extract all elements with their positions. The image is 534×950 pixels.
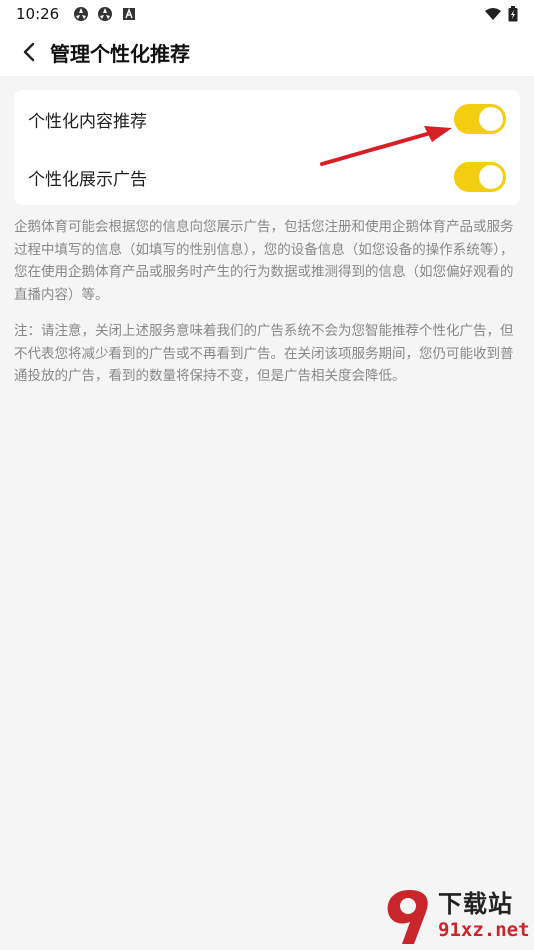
status-bar: 10:26: [0, 0, 534, 28]
page-title: 管理个性化推荐: [50, 41, 190, 66]
content-recommendation-toggle[interactable]: [454, 104, 506, 134]
battery-icon: [508, 6, 518, 22]
status-notification-icons: [73, 6, 137, 22]
watermark-url: 91xz.net: [438, 919, 530, 941]
toggle-knob: [479, 165, 503, 189]
back-button[interactable]: [14, 37, 44, 67]
info-description: 企鹅体育可能会根据您的信息向您展示广告，包括您注册和使用企鹅体育产品或服务过程中…: [14, 219, 514, 303]
setting-row-personalized-ads: 个性化展示广告: [14, 148, 520, 206]
watermark: 下载站 91xz.net: [380, 884, 530, 948]
personalized-ads-toggle[interactable]: [454, 162, 506, 192]
settings-card: 个性化内容推荐 个性化展示广告: [14, 90, 520, 205]
status-time: 10:26: [16, 5, 60, 23]
setting-row-content-recommendation: 个性化内容推荐: [14, 90, 520, 148]
app-notification-icon: [98, 7, 113, 21]
app-notification-icon: [74, 7, 89, 21]
watermark-logo: [387, 890, 428, 944]
wifi-icon: [485, 8, 501, 20]
a-notification-icon: [123, 7, 136, 20]
watermark-text: 下载站: [438, 890, 513, 918]
setting-label: 个性化内容推荐: [28, 111, 147, 132]
chevron-left-icon: [23, 42, 35, 62]
note-description: 注：请注意，关闭上述服务意味着我们的广告系统不会为您智能推荐个性化广告，但不代表…: [14, 323, 514, 384]
toggle-knob: [479, 107, 503, 131]
setting-label: 个性化展示广告: [28, 169, 147, 190]
status-right-icons: [484, 6, 518, 22]
app-bar: 管理个性化推荐: [0, 28, 534, 76]
